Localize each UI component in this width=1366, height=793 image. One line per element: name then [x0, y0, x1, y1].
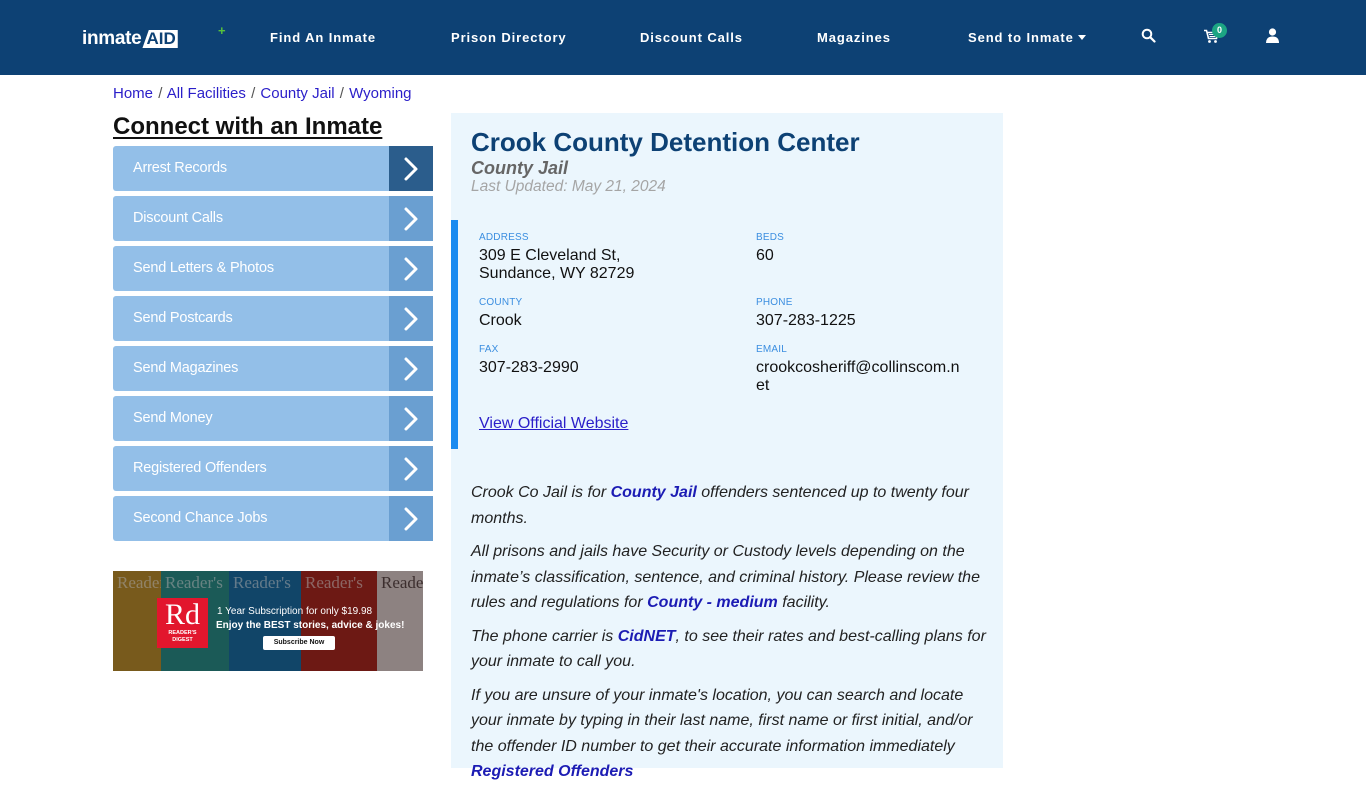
ad-offer-text: 1 Year Subscription for only $19.98: [217, 606, 373, 617]
inmateaid-logo[interactable]: inmate AID +: [82, 23, 226, 50]
sidebar-item-discount-calls[interactable]: Discount Calls: [113, 196, 433, 241]
sidebar-item-arrest-records[interactable]: Arrest Records: [113, 146, 433, 191]
breadcrumb: Home / All Facilities / County Jail / Wy…: [113, 85, 412, 102]
sidebar-menu: Arrest Records Discount Calls Send Lette…: [113, 146, 433, 546]
breadcrumb-separator: /: [339, 85, 344, 102]
fax-value: 307-283-2990: [479, 359, 579, 376]
chevron-right-icon: [389, 346, 433, 391]
breadcrumb-separator: /: [251, 85, 256, 102]
logo-text-inmate: inmate: [82, 28, 142, 49]
email-label: EMAIL: [756, 344, 788, 355]
county-field: COUNTY Crook: [479, 297, 522, 330]
sidebar-title: Connect with an Inmate: [113, 113, 383, 140]
chevron-right-icon: [389, 146, 433, 191]
nav-find-an-inmate[interactable]: Find An Inmate: [270, 30, 376, 45]
address-field: ADDRESS 309 E Cleveland St, Sundance, WY…: [479, 232, 634, 283]
cidnet-link[interactable]: CidNET: [618, 628, 676, 645]
county-label: COUNTY: [479, 297, 523, 308]
nav-prison-directory[interactable]: Prison Directory: [451, 30, 567, 45]
sidebar-item-send-letters-photos[interactable]: Send Letters & Photos: [113, 246, 433, 291]
beds-value: 60: [756, 247, 774, 264]
sidebar-item-send-money[interactable]: Send Money: [113, 396, 433, 441]
readers-digest-ad-banner[interactable]: Reader's Reader's Reader's Reader's Read…: [113, 571, 423, 671]
sidebar-item-label: Send Postcards: [133, 310, 233, 326]
fax-label: FAX: [479, 344, 499, 355]
facility-description: Crook Co Jail is for County Jail offende…: [471, 480, 991, 793]
beds-label: BEDS: [756, 232, 785, 243]
beds-field: BEDS 60: [756, 232, 784, 265]
logo-plus-icon: +: [218, 23, 226, 38]
nav-send-to-inmate-label: Send to Inmate: [968, 30, 1074, 45]
ad-tagline: Enjoy the BEST stories, advice & jokes!: [216, 620, 405, 631]
nav-discount-calls[interactable]: Discount Calls: [640, 30, 743, 45]
search-icon[interactable]: [1141, 28, 1156, 48]
email-field: EMAIL crookcosheriff@collinscom.n et: [756, 344, 960, 395]
address-line-2: Sundance, WY 82729: [479, 265, 635, 282]
county-medium-link[interactable]: County - medium: [647, 594, 778, 611]
chevron-right-icon: [389, 246, 433, 291]
chevron-right-icon: [389, 296, 433, 341]
sidebar-item-send-postcards[interactable]: Send Postcards: [113, 296, 433, 341]
chevron-right-icon: [389, 196, 433, 241]
chevron-right-icon: [389, 446, 433, 491]
description-paragraph: All prisons and jails have Security or C…: [471, 543, 980, 611]
sidebar-item-second-chance-jobs[interactable]: Second Chance Jobs: [113, 496, 433, 541]
address-line-1: 309 E Cleveland St,: [479, 247, 621, 264]
sidebar-item-registered-offenders[interactable]: Registered Offenders: [113, 446, 433, 491]
sidebar-item-label: Registered Offenders: [133, 460, 267, 476]
chevron-right-icon: [389, 396, 433, 441]
county-jail-link[interactable]: County Jail: [611, 484, 697, 501]
sidebar-item-label: Arrest Records: [133, 160, 227, 176]
facility-type: County Jail: [471, 158, 569, 178]
phone-field: PHONE 307-283-1225: [756, 297, 856, 330]
sidebar-item-label: Discount Calls: [133, 210, 223, 226]
county-value: Crook: [479, 312, 522, 329]
user-icon[interactable]: [1266, 28, 1279, 48]
breadcrumb-county-jail[interactable]: County Jail: [260, 85, 334, 102]
phone-value[interactable]: 307-283-1225: [756, 312, 856, 330]
sidebar-item-label: Send Money: [133, 410, 213, 426]
nav-magazines[interactable]: Magazines: [817, 30, 891, 45]
nav-send-to-inmate[interactable]: Send to Inmate: [968, 30, 1086, 45]
sidebar-item-label: Send Magazines: [133, 360, 239, 376]
breadcrumb-wyoming[interactable]: Wyoming: [349, 85, 411, 102]
logo-text-aid: AID: [142, 30, 178, 48]
facility-name: Crook County Detention Center: [471, 127, 860, 157]
chevron-right-icon: [389, 496, 433, 541]
email-line-2[interactable]: et: [756, 377, 960, 395]
sidebar-item-label: Second Chance Jobs: [133, 510, 268, 526]
description-paragraph: If you are unsure of your inmate's locat…: [471, 686, 973, 781]
sidebar-item-label: Send Letters & Photos: [133, 260, 274, 276]
subscribe-now-button[interactable]: Subscribe Now: [263, 636, 335, 650]
top-navigation-bar: inmate AID + Find An Inmate Prison Direct…: [0, 0, 1366, 75]
facility-info-box: ADDRESS 309 E Cleveland St, Sundance, WY…: [451, 220, 1003, 449]
sidebar-item-send-magazines[interactable]: Send Magazines: [113, 346, 433, 391]
description-paragraph: The phone carrier is CidNET, to see thei…: [471, 627, 986, 671]
phone-label: PHONE: [756, 297, 793, 308]
fax-field: FAX 307-283-2990: [479, 344, 579, 377]
description-paragraph: Crook Co Jail is for County Jail offende…: [471, 484, 969, 527]
last-updated: Last Updated: May 21, 2024: [471, 178, 666, 195]
registered-offenders-link[interactable]: Registered Offenders: [471, 763, 633, 780]
address-label: ADDRESS: [479, 232, 529, 243]
cart-count-badge: 0: [1212, 23, 1227, 38]
readers-digest-logo: Rd READER'S DIGEST: [157, 598, 208, 648]
breadcrumb-separator: /: [158, 85, 163, 102]
breadcrumb-all-facilities[interactable]: All Facilities: [167, 85, 246, 102]
caret-down-icon: [1077, 35, 1086, 40]
facility-panel: Crook County Detention Center County Jai…: [451, 113, 1003, 780]
view-official-website-link[interactable]: View Official Website: [479, 415, 628, 433]
breadcrumb-home[interactable]: Home: [113, 85, 153, 102]
email-line-1[interactable]: crookcosheriff@collinscom.n: [756, 359, 960, 377]
